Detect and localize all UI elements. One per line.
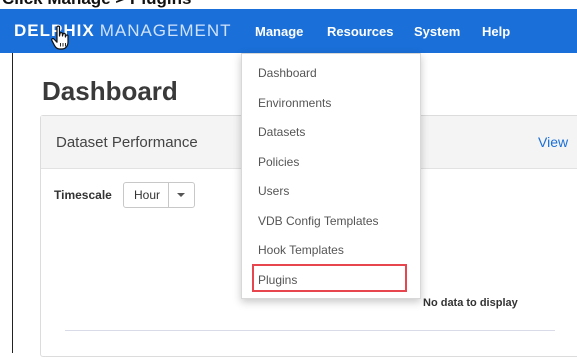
- menu-item-users[interactable]: Users: [258, 184, 289, 198]
- menu-item-vdb-config-templates[interactable]: VDB Config Templates: [258, 214, 379, 228]
- menu-item-dashboard[interactable]: Dashboard: [258, 66, 317, 80]
- menu-item-environments[interactable]: Environments: [258, 96, 331, 110]
- page-title: Dashboard: [42, 76, 178, 106]
- menu-item-hook-templates[interactable]: Hook Templates: [258, 243, 344, 257]
- view-link[interactable]: View: [538, 134, 568, 150]
- top-navbar: DELPHIX MANAGEMENT Manage Resources Syste…: [0, 9, 577, 53]
- select-divider: [168, 183, 169, 207]
- timescale-value: Hour: [134, 188, 161, 202]
- hand-pointer-icon: [51, 25, 69, 50]
- brand-logo[interactable]: DELPHIX MANAGEMENT: [14, 21, 232, 41]
- frame-border: [12, 53, 13, 353]
- caption-strip: Click Manage > Plugins: [0, 0, 577, 9]
- nav-item-resources[interactable]: Resources: [327, 24, 393, 39]
- caption-text: Click Manage > Plugins: [2, 0, 191, 9]
- menu-item-policies[interactable]: Policies: [258, 155, 299, 169]
- timescale-label: Timescale: [54, 188, 112, 202]
- plugins-highlight-box: [252, 264, 407, 292]
- chart-axis-line: [65, 330, 555, 331]
- brand-light: MANAGEMENT: [99, 21, 232, 40]
- menu-item-datasets[interactable]: Datasets: [258, 125, 305, 139]
- nav-item-help[interactable]: Help: [482, 24, 510, 39]
- panel-title: Dataset Performance: [56, 134, 198, 151]
- caret-down-icon[interactable]: [177, 193, 185, 197]
- timescale-select[interactable]: Hour: [123, 182, 195, 208]
- manage-dropdown-menu: Dashboard Environments Datasets Policies…: [241, 53, 421, 299]
- nav-item-system[interactable]: System: [414, 24, 460, 39]
- no-data-message: No data to display: [423, 297, 518, 309]
- nav-item-manage[interactable]: Manage: [255, 24, 303, 39]
